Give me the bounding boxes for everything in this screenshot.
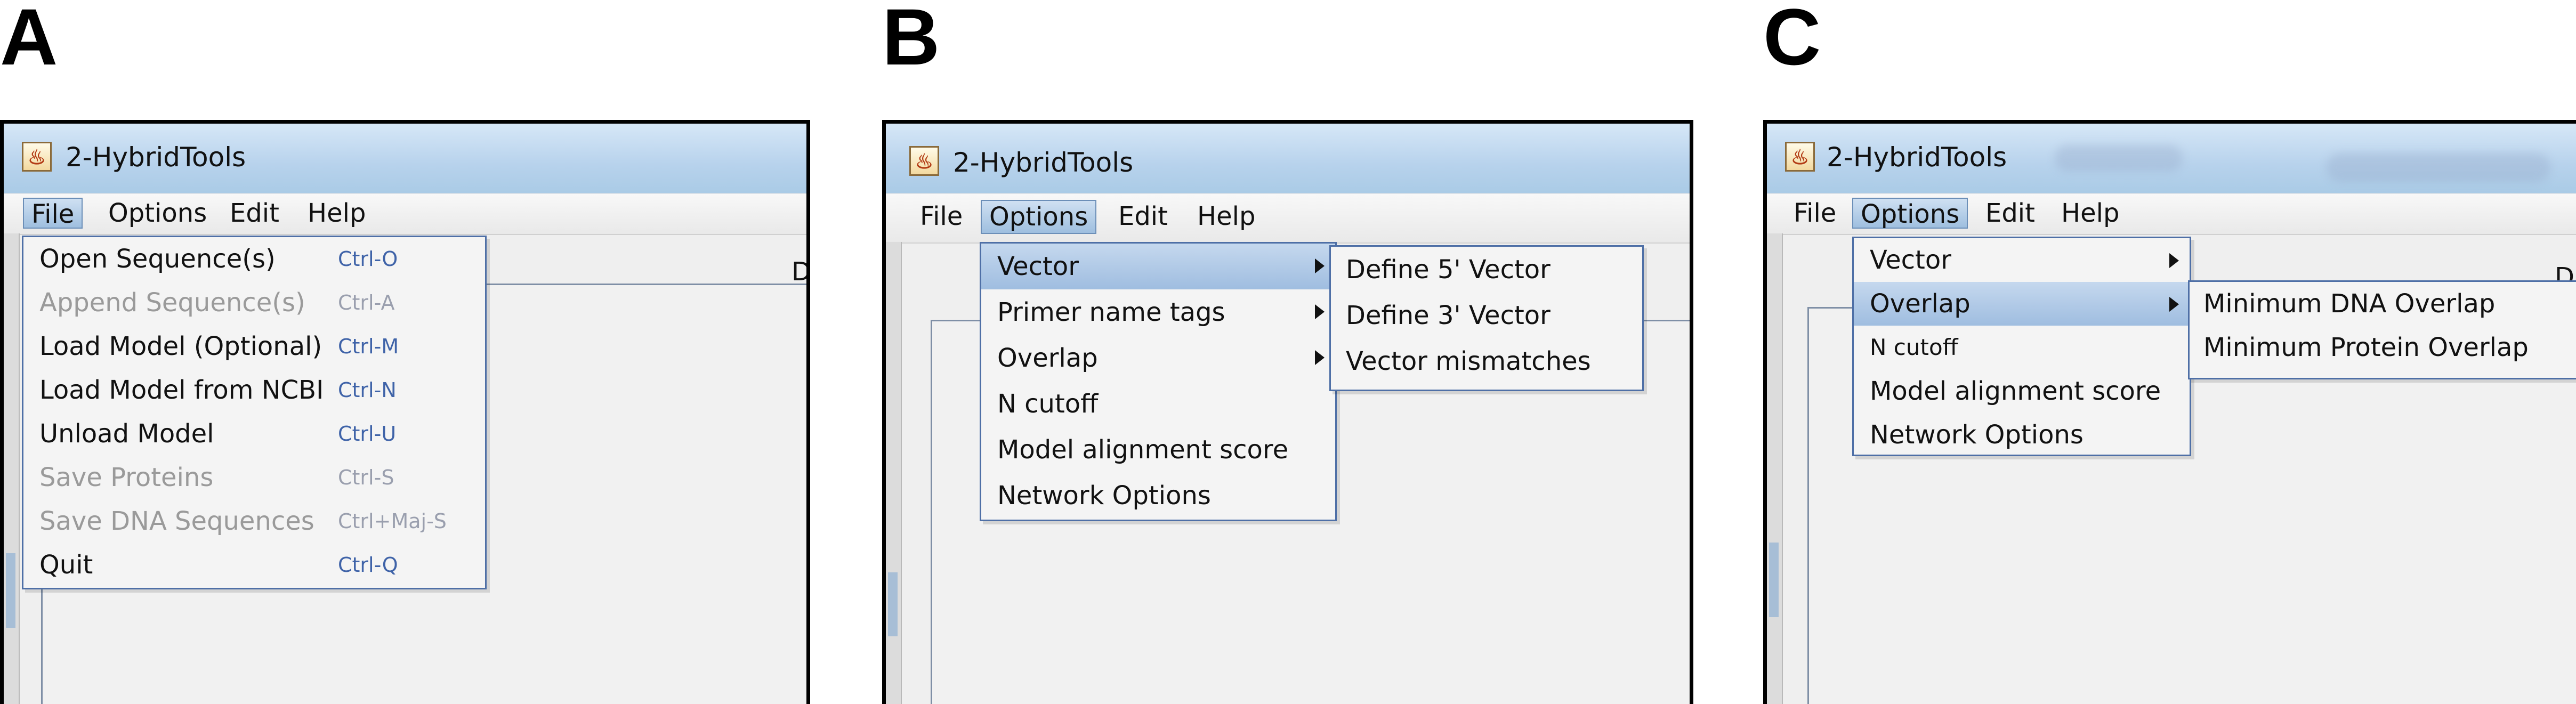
menu-edit[interactable]: Edit: [222, 198, 287, 229]
menu-item-label: Network Options: [1870, 420, 2084, 450]
menu-item-label: Open Sequence(s): [39, 244, 276, 274]
options-dropdown-menu: Vector Primer name tags Overlap N cutoff…: [980, 242, 1337, 521]
overlap-submenu: Minimum DNA Overlap Minimum Protein Over…: [2188, 280, 2576, 379]
menu-item-label: Vector: [1870, 245, 1951, 275]
menu-item-label: Load Model (Optional): [39, 331, 322, 361]
side-scroll-strip[interactable]: [4, 233, 20, 704]
menu-item-network-options[interactable]: Network Options: [981, 473, 1335, 519]
menu-item-label: Primer name tags: [997, 297, 1225, 327]
menu-item-define-5-vector[interactable]: Define 5' Vector: [1331, 247, 1642, 293]
menu-file[interactable]: File: [912, 201, 970, 232]
menu-item-append-sequences: Append Sequence(s) Ctrl-A: [23, 281, 485, 325]
menu-item-label: Model alignment score: [997, 435, 1289, 465]
menu-bar: File Options Edit Help: [1767, 193, 2576, 235]
menu-item-label: Append Sequence(s): [39, 288, 305, 318]
menu-item-network-options[interactable]: Network Options: [1854, 413, 2190, 457]
window-title: 2-HybridTools: [1827, 142, 2007, 173]
shortcut-label: Ctrl-U: [338, 422, 397, 446]
menu-item-save-dna: Save DNA Sequences Ctrl+Maj-S: [23, 499, 485, 543]
menu-item-minimum-protein-overlap[interactable]: Minimum Protein Overlap: [2190, 326, 2576, 369]
file-dropdown-menu: Open Sequence(s) Ctrl-O Append Sequence(s…: [22, 236, 487, 589]
menu-bar: File Options Edit Help: [886, 193, 1690, 244]
java-app-icon: ♨: [909, 146, 939, 176]
menu-item-vector[interactable]: Vector: [1854, 238, 2190, 282]
menu-item-overlap[interactable]: Overlap: [981, 335, 1335, 381]
menu-item-quit[interactable]: Quit Ctrl-Q: [23, 543, 485, 587]
menu-item-load-model-ncbi[interactable]: Load Model from NCBI Ctrl-N: [23, 368, 485, 412]
menu-item-label: Vector: [997, 252, 1079, 281]
menu-item-model-alignment-score[interactable]: Model alignment score: [981, 427, 1335, 473]
shortcut-label: Ctrl-S: [338, 466, 394, 489]
menu-item-label: Model alignment score: [1870, 376, 2161, 406]
menu-help[interactable]: Help: [300, 198, 373, 229]
menu-item-define-3-vector[interactable]: Define 3' Vector: [1331, 293, 1642, 338]
menu-file[interactable]: File: [23, 198, 83, 229]
panel-label-a: A: [0, 0, 58, 82]
menu-item-n-cutoff[interactable]: N cutoff: [981, 381, 1335, 427]
submenu-arrow-icon: [1315, 258, 1325, 273]
window-title: 2-HybridTools: [66, 142, 246, 173]
menu-item-primer-name-tags[interactable]: Primer name tags: [981, 289, 1335, 335]
submenu-arrow-icon: [1315, 304, 1325, 319]
submenu-arrow-icon: [2169, 297, 2179, 312]
menu-item-label: Overlap: [997, 343, 1098, 373]
menu-item-label: Save DNA Sequences: [39, 506, 314, 536]
vector-submenu: Define 5' Vector Define 3' Vector Vector…: [1329, 245, 1644, 391]
app-window-b: ♨ 2-HybridTools File Options Edit Help V…: [882, 120, 1693, 704]
submenu-arrow-icon: [2169, 253, 2179, 268]
side-scroll-strip[interactable]: [886, 242, 902, 704]
menu-item-minimum-dna-overlap[interactable]: Minimum DNA Overlap: [2190, 282, 2576, 326]
menu-item-label: Network Options: [997, 481, 1211, 511]
menu-item-label: Unload Model: [39, 419, 214, 449]
menu-item-vector-mismatches[interactable]: Vector mismatches: [1331, 338, 1642, 384]
menu-options[interactable]: Options: [101, 198, 214, 229]
title-bar[interactable]: ♨ 2-HybridTools: [886, 124, 1690, 193]
java-app-icon: ♨: [22, 142, 52, 172]
java-app-icon: ♨: [1785, 142, 1815, 172]
shortcut-label: Ctrl-N: [338, 378, 397, 402]
title-bar[interactable]: ♨ 2-HybridTools: [1767, 124, 2576, 193]
shortcut-label: Ctrl-M: [338, 335, 399, 358]
menu-item-overlap[interactable]: Overlap: [1854, 282, 2190, 326]
menu-options[interactable]: Options: [981, 200, 1097, 234]
menu-bar: File Options Edit Help: [4, 193, 806, 235]
menu-item-model-alignment-score[interactable]: Model alignment score: [1854, 369, 2190, 413]
app-window-a: ♨ 2-HybridTools File Options Edit Help D…: [0, 120, 810, 704]
menu-help[interactable]: Help: [1190, 201, 1263, 232]
menu-options[interactable]: Options: [1852, 198, 1968, 229]
menu-item-label: N cutoff: [997, 389, 1099, 419]
window-title: 2-HybridTools: [953, 147, 1134, 178]
menu-item-vector[interactable]: Vector: [981, 244, 1335, 289]
app-window-c: ♨ 2-HybridTools File Options Edit Help D…: [1763, 120, 2576, 704]
menu-item-save-proteins: Save Proteins Ctrl-S: [23, 456, 485, 499]
menu-help[interactable]: Help: [2054, 198, 2127, 229]
side-scroll-strip[interactable]: [1767, 233, 1783, 704]
shortcut-label: Ctrl-A: [338, 291, 395, 314]
shortcut-label: Ctrl-Q: [338, 553, 398, 577]
menu-item-unload-model[interactable]: Unload Model Ctrl-U: [23, 412, 485, 456]
panel-label-b: B: [882, 0, 940, 82]
panel-label-c: C: [1763, 0, 1821, 82]
menu-item-label: N cutoff: [1870, 334, 1958, 360]
menu-item-label: Load Model from NCBI: [39, 375, 324, 405]
title-bar[interactable]: ♨ 2-HybridTools: [4, 124, 806, 193]
submenu-arrow-icon: [1315, 350, 1325, 365]
menu-edit[interactable]: Edit: [1111, 201, 1175, 232]
menu-edit[interactable]: Edit: [1978, 198, 2042, 229]
menu-item-label: Overlap: [1870, 289, 1971, 319]
menu-file[interactable]: File: [1786, 198, 1844, 229]
menu-item-load-model[interactable]: Load Model (Optional) Ctrl-M: [23, 325, 485, 368]
shortcut-label: Ctrl+Maj-S: [338, 509, 447, 533]
clipped-label: D: [792, 257, 810, 287]
menu-item-label: Quit: [39, 550, 93, 580]
options-dropdown-menu: Vector Overlap N cutoff Model alignment …: [1852, 237, 2191, 456]
menu-item-n-cutoff[interactable]: N cutoff: [1854, 326, 2190, 369]
shortcut-label: Ctrl-O: [338, 247, 398, 271]
menu-item-open-sequences[interactable]: Open Sequence(s) Ctrl-O: [23, 237, 485, 281]
menu-item-label: Save Proteins: [39, 463, 214, 492]
